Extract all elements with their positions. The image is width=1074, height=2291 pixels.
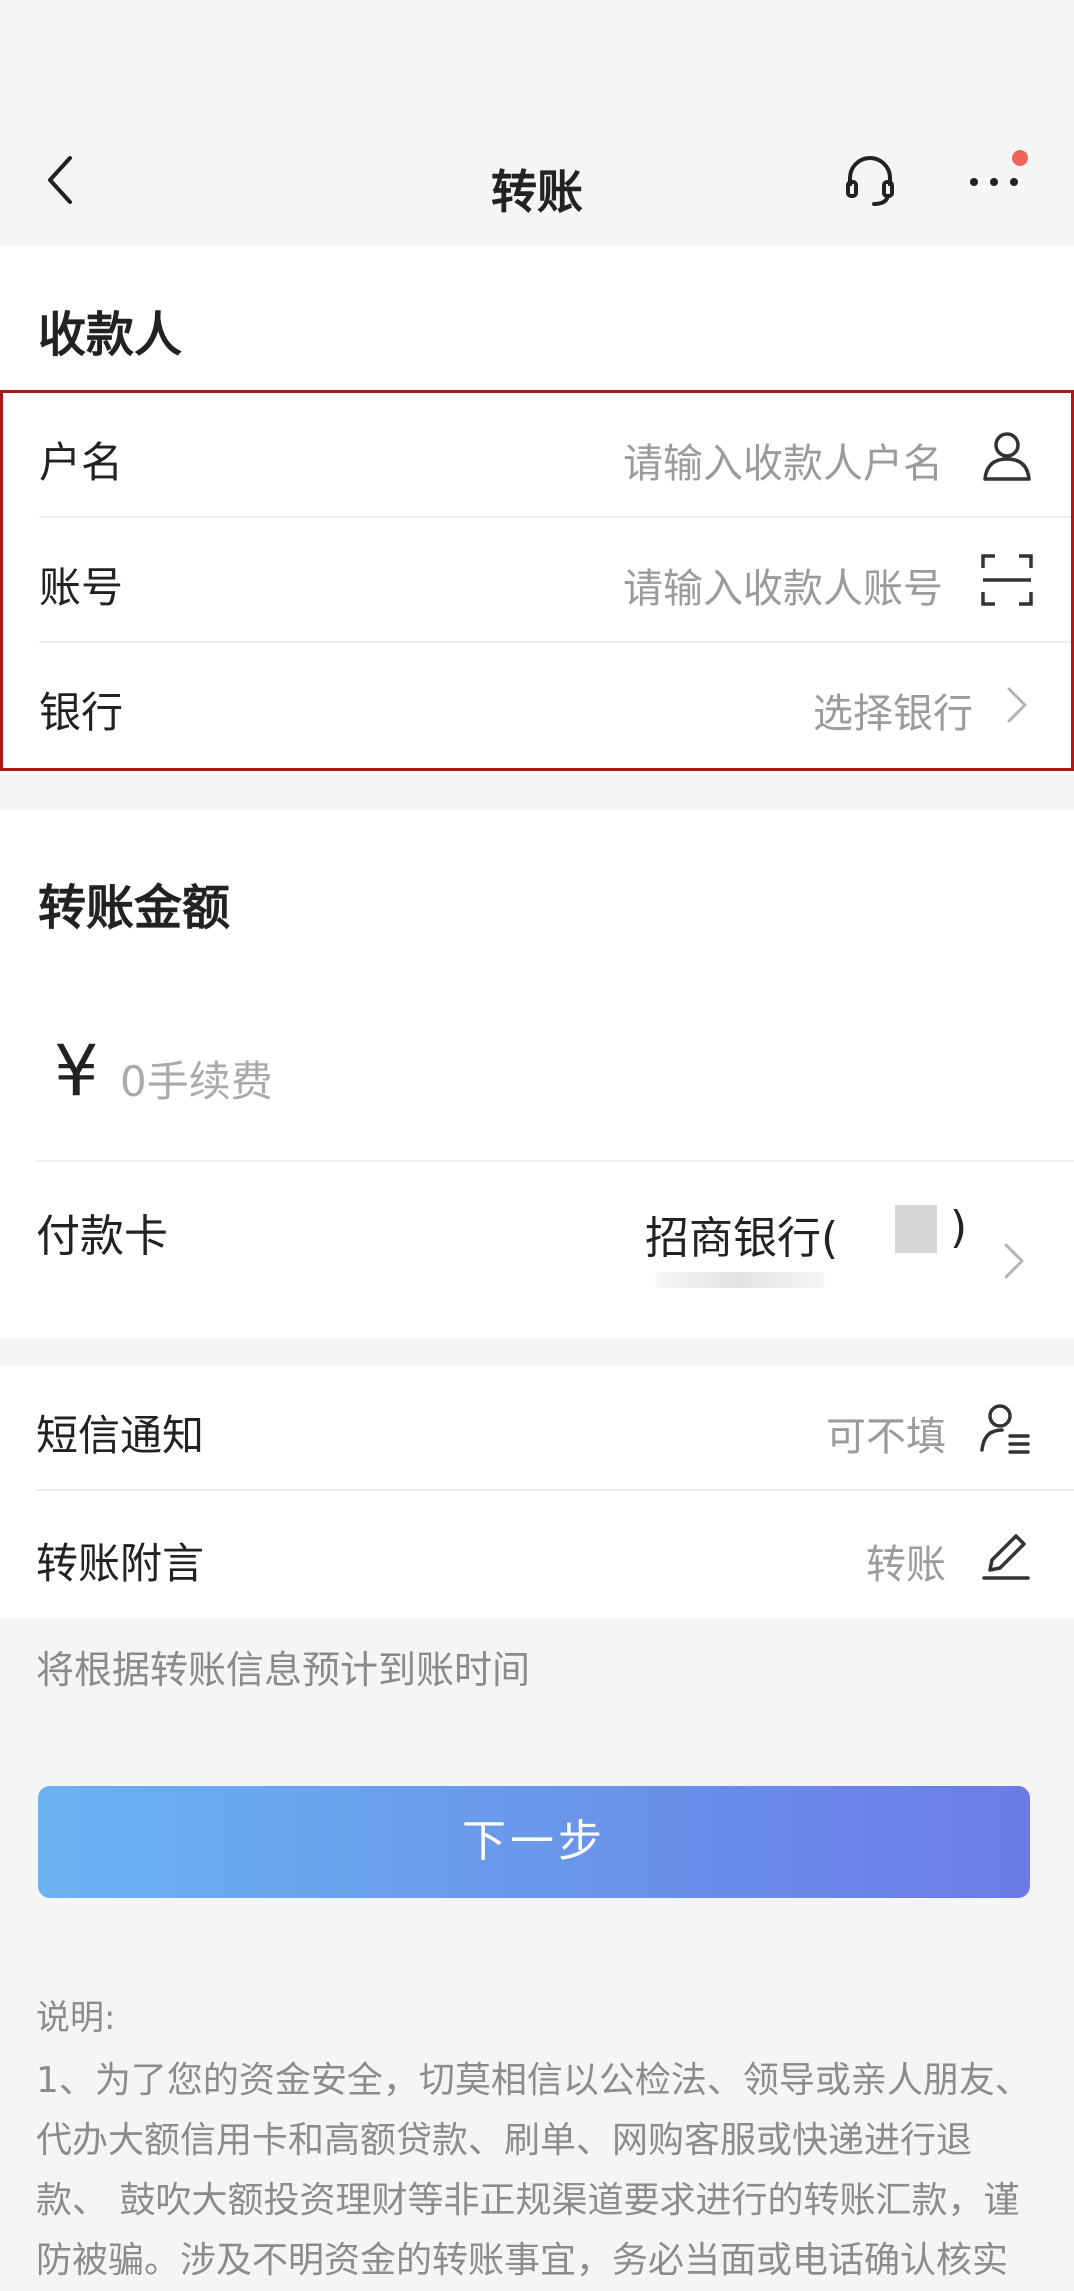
pay-card-balance-blurred — [655, 1272, 825, 1288]
payee-account-label: 账号 — [39, 563, 124, 612]
payee-card: 收款人 户名 请输入收款人户名 账号 请输入收款人账号 银行 选择银行 — [0, 245, 1074, 775]
nav-bar: 转账 — [0, 120, 1074, 245]
sms-notify-input[interactable]: 可不填 — [826, 1404, 946, 1462]
payee-account-input[interactable]: 请输入收款人账号 — [623, 556, 943, 614]
payee-bank-select[interactable]: 选择银行 — [813, 681, 973, 739]
payee-name-row[interactable]: 户名 请输入收款人户名 — [3, 393, 1071, 518]
pay-card-paren-close: ) — [950, 1202, 968, 1253]
payee-account-row[interactable]: 账号 请输入收款人账号 — [3, 518, 1071, 643]
notes-body: 1、为了您的资金安全，切莫相信以公检法、领导或亲人朋友、代办大额信用卡和高额贷款… — [36, 2060, 1031, 2281]
amount-card: 转账金额 ¥ 0手续费 付款卡 招商银行( ) — [0, 810, 1074, 1338]
arrival-time-hint: 将根据转账信息预计到账时间 — [36, 1648, 531, 1692]
chevron-right-icon — [1007, 687, 1027, 723]
page-title: 转账 — [491, 165, 583, 219]
pay-card-number-masked — [895, 1205, 937, 1253]
row-divider — [36, 1489, 1074, 1491]
contact-list-icon[interactable] — [978, 1400, 1034, 1456]
notes-section: 说明: 1、为了您的资金安全，切莫相信以公检法、领导或亲人朋友、代办大额信用卡和… — [36, 1990, 1036, 2291]
pay-card-label: 付款卡 — [36, 1211, 168, 1262]
payee-section-title: 收款人 — [38, 307, 183, 363]
row-divider — [36, 1160, 1074, 1162]
headset-icon[interactable] — [842, 152, 898, 208]
sms-notify-row[interactable]: 短信通知 可不填 — [0, 1366, 1074, 1491]
notes-title: 说明: — [36, 1998, 116, 2038]
scan-icon[interactable] — [979, 552, 1035, 608]
currency-symbol: ¥ — [54, 1030, 99, 1112]
amount-section-title: 转账金额 — [38, 880, 231, 936]
edit-pencil-icon[interactable] — [978, 1528, 1034, 1584]
sms-notify-label: 短信通知 — [36, 1411, 205, 1460]
payee-bank-row[interactable]: 银行 选择银行 — [3, 643, 1071, 768]
memo-label: 转账附言 — [36, 1539, 205, 1588]
payee-name-label: 户名 — [39, 438, 124, 487]
memo-row[interactable]: 转账附言 转账 — [0, 1494, 1074, 1619]
status-bar — [0, 0, 1074, 120]
payee-fields-highlight: 户名 请输入收款人户名 账号 请输入收款人账号 银行 选择银行 — [0, 390, 1074, 771]
payee-bank-label: 银行 — [39, 688, 124, 737]
pay-card-selector[interactable]: 招商银行( — [645, 1202, 838, 1266]
next-step-button[interactable]: 下一步 — [38, 1786, 1030, 1898]
extras-card: 短信通知 可不填 转账附言 转账 — [0, 1366, 1074, 1619]
notification-dot — [1012, 150, 1028, 166]
payee-name-input[interactable]: 请输入收款人户名 — [623, 431, 943, 489]
amount-input[interactable]: 0手续费 — [120, 1048, 273, 1109]
memo-input[interactable]: 转账 — [866, 1532, 946, 1590]
chevron-right-icon[interactable] — [998, 1235, 1028, 1287]
pay-card-paren-open: ( — [821, 1213, 839, 1264]
contact-person-icon[interactable] — [979, 427, 1035, 483]
pay-card-bank-name: 招商银行 — [645, 1213, 821, 1264]
